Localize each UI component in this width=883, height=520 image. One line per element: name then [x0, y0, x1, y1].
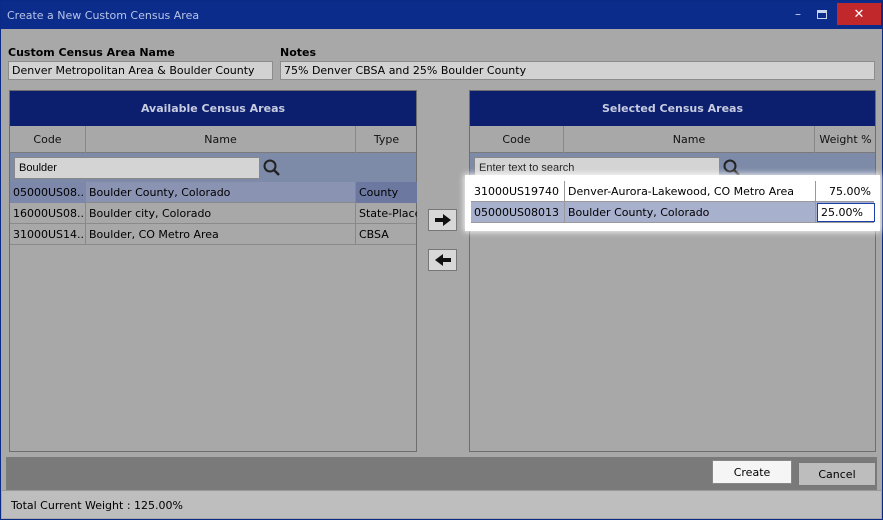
name-label: Custom Census Area Name [8, 46, 175, 59]
status-bar: Total Current Weight : 125.00% [2, 490, 881, 518]
table-row[interactable]: 05000US08... Boulder County, Colorado Co… [10, 182, 417, 203]
minimize-icon: – [795, 7, 801, 21]
name-field[interactable]: Denver Metropolitan Area & Boulder Count… [8, 61, 273, 80]
cell-type: State-Place [359, 207, 417, 220]
notes-field[interactable]: 75% Denver CBSA and 25% Boulder County [280, 61, 875, 80]
selected-rows-highlight: 31000US19740 Denver-Aurora-Lakewood, CO … [467, 177, 878, 229]
selected-panel: Selected Census Areas Code Name Weight % [469, 90, 876, 452]
close-button[interactable]: ✕ [837, 3, 881, 25]
arrow-left-icon [434, 254, 451, 266]
add-button[interactable] [428, 209, 457, 231]
cell-type: CBSA [359, 228, 389, 241]
weight-edit-field[interactable]: 25.00% [817, 203, 875, 222]
cell-type: County [356, 182, 417, 203]
selected-search-input[interactable] [474, 157, 720, 179]
cell-weight[interactable]: 75.00% [816, 181, 874, 202]
table-row[interactable]: 31000US19740 Denver-Aurora-Lakewood, CO … [471, 181, 874, 202]
selected-header: Selected Census Areas [470, 91, 875, 126]
table-row[interactable]: 16000US08... Boulder city, Colorado Stat… [10, 203, 417, 224]
table-row[interactable]: 31000US14... Boulder, CO Metro Area CBSA [10, 224, 416, 245]
notes-label: Notes [280, 46, 317, 59]
col-header-name[interactable]: Name [86, 126, 356, 153]
dialog-window: Create a New Custom Census Area – ✕ Cust… [0, 0, 883, 520]
col-header-weight[interactable]: Weight % [815, 126, 876, 153]
search-icon[interactable] [262, 158, 282, 178]
cell-code: 16000US08... [10, 203, 86, 224]
title-bar: Create a New Custom Census Area – ✕ [1, 1, 882, 29]
col-header-name[interactable]: Name [564, 126, 815, 153]
cell-name: Boulder County, Colorado [86, 182, 356, 203]
cell-code: 31000US14... [10, 224, 86, 245]
remove-button[interactable] [428, 249, 457, 271]
available-search-input[interactable] [14, 157, 260, 179]
available-column-headers: Code Name Type [10, 126, 416, 153]
maximize-button[interactable] [805, 1, 839, 27]
cell-code: 31000US19740 [471, 181, 565, 202]
table-row[interactable]: 05000US08013 Boulder County, Colorado 25… [471, 202, 875, 223]
available-panel: Available Census Areas Code Name Type 05… [9, 90, 417, 452]
cancel-button[interactable]: Cancel [798, 462, 876, 486]
available-header: Available Census Areas [10, 91, 416, 126]
window-title: Create a New Custom Census Area [7, 9, 200, 22]
search-icon[interactable] [722, 158, 742, 178]
maximize-icon [817, 9, 827, 19]
cell-name: Denver-Aurora-Lakewood, CO Metro Area [565, 181, 816, 202]
cell-name: Boulder, CO Metro Area [86, 224, 356, 245]
create-button[interactable]: Create [712, 460, 792, 484]
close-icon: ✕ [853, 6, 865, 22]
cell-name: Boulder city, Colorado [86, 203, 356, 224]
cell-code: 05000US08... [10, 182, 86, 203]
arrow-right-icon [434, 214, 451, 226]
col-header-code[interactable]: Code [470, 126, 564, 153]
cell-code: 05000US08013 [471, 202, 565, 223]
col-header-type[interactable]: Type [356, 126, 417, 153]
cell-name: Boulder County, Colorado [565, 202, 816, 223]
col-header-code[interactable]: Code [10, 126, 86, 153]
available-search-row [10, 153, 416, 182]
selected-column-headers: Code Name Weight % [470, 126, 875, 153]
